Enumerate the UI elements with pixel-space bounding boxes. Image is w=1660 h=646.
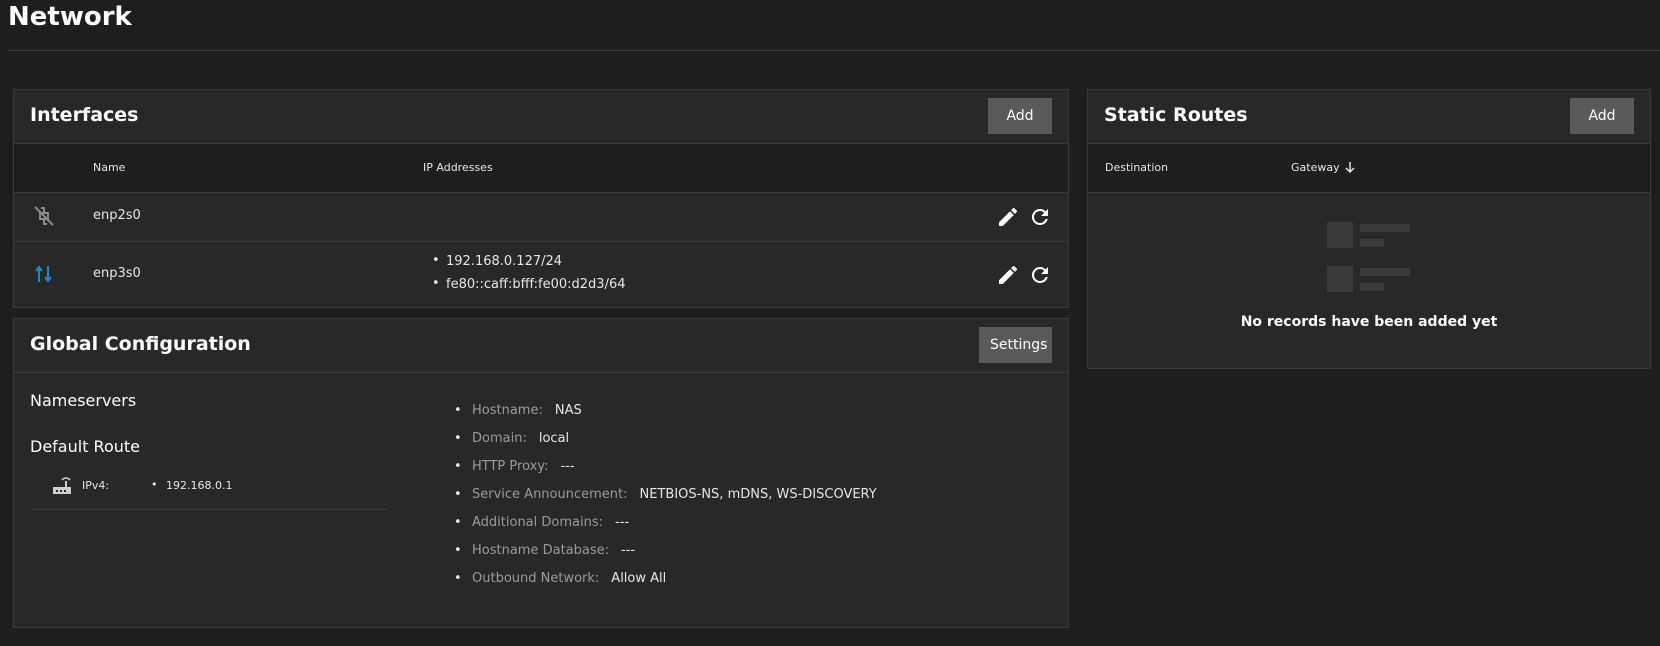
add-interface-button[interactable]: Add bbox=[988, 98, 1052, 134]
edit-icon[interactable] bbox=[996, 205, 1020, 229]
global-configuration-header: Global Configuration Settings bbox=[14, 319, 1068, 373]
column-header-destination[interactable]: Destination bbox=[1105, 161, 1168, 174]
nameservers-heading: Nameservers bbox=[30, 391, 137, 410]
router-icon bbox=[50, 474, 74, 498]
edit-icon[interactable] bbox=[996, 263, 1020, 287]
settings-button[interactable]: Settings bbox=[979, 327, 1052, 363]
arrow-down-icon[interactable] bbox=[1343, 159, 1357, 174]
add-static-route-button[interactable]: Add bbox=[1570, 98, 1634, 134]
ip-address-list: 192.168.0.127/24 fe80::caff:bfff:fe00:d2… bbox=[432, 253, 626, 300]
config-item: Outbound Network: Allow All bbox=[454, 571, 877, 599]
config-key: Hostname Database: bbox=[472, 543, 610, 558]
config-item: Hostname Database: --- bbox=[454, 543, 877, 571]
title-divider bbox=[8, 50, 1660, 51]
config-key: Domain: bbox=[472, 431, 527, 446]
static-routes-card: Static Routes Add Destination Gateway No… bbox=[1087, 89, 1651, 369]
interfaces-header: Interfaces Add bbox=[14, 90, 1068, 144]
static-routes-table-header: Destination Gateway bbox=[1088, 144, 1650, 193]
table-row[interactable]: enp2s0 bbox=[14, 193, 1068, 242]
interface-name: enp2s0 bbox=[93, 208, 141, 223]
ip-address: 192.168.0.127/24 bbox=[432, 253, 626, 277]
config-value: NETBIOS-NS, mDNS, WS-DISCOVERY bbox=[639, 487, 877, 502]
config-key: Outbound Network: bbox=[472, 571, 600, 586]
ip-address: fe80::caff:bfff:fe00:d2d3/64 bbox=[432, 276, 626, 300]
config-item: Service Announcement: NETBIOS-NS, mDNS, W… bbox=[454, 487, 877, 515]
config-value: Allow All bbox=[611, 571, 667, 586]
interfaces-card: Interfaces Add Name IP Addresses enp2s0 bbox=[13, 89, 1069, 308]
column-header-gateway[interactable]: Gateway bbox=[1291, 161, 1340, 174]
table-row[interactable]: enp3s0 192.168.0.127/24 fe80::caff:bfff:… bbox=[14, 242, 1068, 308]
config-item: Hostname: NAS bbox=[454, 403, 877, 431]
interfaces-table-header: Name IP Addresses bbox=[14, 144, 1068, 193]
column-header-name[interactable]: Name bbox=[93, 161, 125, 174]
config-key: Service Announcement: bbox=[472, 487, 628, 502]
default-route-heading: Default Route bbox=[30, 437, 140, 456]
link-off-icon bbox=[32, 204, 56, 228]
interfaces-title: Interfaces bbox=[30, 104, 139, 126]
refresh-icon[interactable] bbox=[1028, 205, 1052, 229]
config-key: HTTP Proxy: bbox=[472, 459, 549, 474]
config-value: local bbox=[538, 431, 570, 446]
interface-name: enp3s0 bbox=[93, 266, 141, 281]
default-route-label: IPv4: bbox=[82, 479, 110, 492]
config-value: NAS bbox=[554, 403, 582, 418]
config-key: Hostname: bbox=[472, 403, 543, 418]
default-route-bullet: • bbox=[151, 478, 158, 491]
default-route-divider bbox=[30, 509, 388, 510]
swap-arrows-icon bbox=[32, 262, 56, 286]
refresh-icon[interactable] bbox=[1028, 263, 1052, 287]
config-key: Additional Domains: bbox=[472, 515, 603, 530]
empty-state-text: No records have been added yet bbox=[1240, 314, 1498, 330]
config-item: Domain: local bbox=[454, 431, 877, 459]
config-item: HTTP Proxy: --- bbox=[454, 459, 877, 487]
config-item: Additional Domains: --- bbox=[454, 515, 877, 543]
config-value: --- bbox=[615, 515, 630, 530]
config-value: --- bbox=[560, 459, 575, 474]
default-route-value: 192.168.0.1 bbox=[166, 479, 233, 492]
config-value: --- bbox=[621, 543, 636, 558]
static-routes-header: Static Routes Add bbox=[1088, 90, 1650, 144]
global-configuration-title: Global Configuration bbox=[30, 333, 251, 355]
global-config-list: Hostname: NAS Domain: local HTTP Proxy: ---… bbox=[454, 403, 877, 599]
column-header-ip-addresses[interactable]: IP Addresses bbox=[423, 161, 493, 174]
empty-list-icon bbox=[1327, 222, 1413, 292]
global-configuration-card: Global Configuration Settings Nameserver… bbox=[13, 318, 1069, 628]
static-routes-title: Static Routes bbox=[1104, 104, 1248, 126]
page-title: Network bbox=[8, 2, 132, 32]
